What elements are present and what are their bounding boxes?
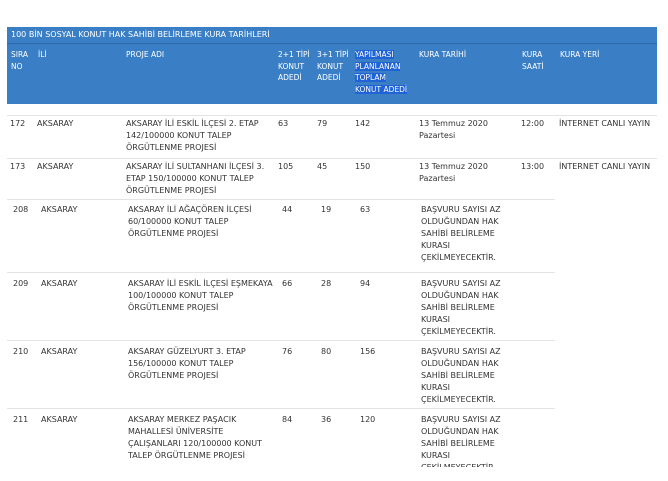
- header-ili: İLİ: [38, 50, 47, 59]
- table-row: 172 AKSARAY AKSARAY İLİ ESKİL İLÇESİ 2. …: [7, 118, 657, 160]
- cell-proje-adi: AKSARAY MERKEZ PAŞACIK MAHALLESİ ÜNİVERS…: [128, 415, 263, 460]
- cell-kura-yeri: İNTERNET CANLI YAYIN: [559, 162, 651, 171]
- cell-kura-tarihi: BAŞVURU SAYISI AZ OLDUĞUNDAN HAK SAHİBİ …: [421, 347, 501, 404]
- cell-proje-adi: AKSARAY İLİ AĞAÇÖREN İLÇESİ 60/100000 KO…: [128, 205, 252, 238]
- cell-2-1: 76: [282, 347, 293, 356]
- cell-kura-tarihi: 13 Temmuz 2020 Pazartesi: [419, 162, 488, 183]
- table-row: 173 AKSARAY AKSARAY İLİ SULTANHANI İLÇES…: [7, 161, 657, 203]
- cell-ili: AKSARAY: [41, 279, 78, 288]
- cell-kura-saati: 12:00: [521, 119, 545, 128]
- cell-2-1: 44: [282, 205, 293, 214]
- cell-3-1: 79: [317, 119, 328, 128]
- table-row: 210 AKSARAY AKSARAY GÜZELYURT 3. ETAP 15…: [7, 346, 657, 410]
- header-proje-adi: PROJE ADI: [126, 50, 165, 59]
- cell-kura-tarihi: 13 Temmuz 2020 Pazartesi: [419, 119, 488, 140]
- cell-proje-adi: AKSARAY GÜZELYURT 3. ETAP 156/100000 KON…: [128, 347, 246, 380]
- header-3-1-tipi: 3+1 TİPİ KONUT ADEDİ: [317, 50, 349, 82]
- cell-3-1: 19: [321, 205, 332, 214]
- header-kura-saati: KURA SAATİ: [522, 50, 544, 71]
- cell-ili: AKSARAY: [37, 162, 74, 171]
- cell-2-1: 63: [278, 119, 289, 128]
- cell-3-1: 36: [321, 415, 332, 424]
- cell-ili: AKSARAY: [41, 205, 78, 214]
- cell-kura-saati: 13:00: [521, 162, 545, 171]
- cell-sira-no: 173: [10, 162, 26, 171]
- cell-sira-no: 211: [13, 415, 29, 424]
- cell-ili: AKSARAY: [41, 347, 78, 356]
- header-kura-yeri: KURA YERİ: [560, 50, 600, 59]
- cell-ili: AKSARAY: [37, 119, 74, 128]
- cell-sira-no: 172: [10, 119, 26, 128]
- cell-2-1: 66: [282, 279, 293, 288]
- cell-toplam: 156: [360, 347, 376, 356]
- kura-table: 100 BİN SOSYAL KONUT HAK SAHİBİ BELİRLEM…: [7, 27, 657, 467]
- cell-kura-tarihi: BAŞVURU SAYISI AZ OLDUĞUNDAN HAK SAHİBİ …: [421, 205, 501, 262]
- header-toplam-konut: YAPILMASI PLANLANAN TOPLAM KONUT ADEDİ: [355, 50, 408, 94]
- cell-2-1: 105: [278, 162, 294, 171]
- cell-proje-adi: AKSARAY İLİ SULTANHANI İLÇESİ 3. ETAP 15…: [126, 162, 265, 195]
- header-kura-tarihi: KURA TARİHİ: [419, 50, 467, 59]
- cell-3-1: 45: [317, 162, 328, 171]
- table-row: 211 AKSARAY AKSARAY MERKEZ PAŞACIK MAHAL…: [7, 414, 657, 467]
- cell-ili: AKSARAY: [41, 415, 78, 424]
- cell-toplam: 142: [355, 119, 371, 128]
- cell-proje-adi: AKSARAY İLİ ESKİL İLÇESİ 2. ETAP 142/100…: [126, 119, 259, 152]
- cell-toplam: 63: [360, 205, 371, 214]
- cell-kura-tarihi: BAŞVURU SAYISI AZ OLDUĞUNDAN HAK SAHİBİ …: [421, 279, 501, 336]
- cell-toplam: 150: [355, 162, 371, 171]
- cell-kura-yeri: İNTERNET CANLI YAYIN: [559, 119, 651, 128]
- table-row: 209 AKSARAY AKSARAY İLİ ESKİL İLÇESİ EŞM…: [7, 278, 657, 342]
- table-header: SIRA NO İLİ PROJE ADI 2+1 TİPİ KONUT ADE…: [7, 44, 657, 104]
- cell-3-1: 28: [321, 279, 332, 288]
- cell-proje-adi: AKSARAY İLİ ESKİL İLÇESİ EŞMEKAYA 100/10…: [128, 279, 273, 312]
- cell-2-1: 84: [282, 415, 293, 424]
- header-2-1-tipi: 2+1 TİPİ KONUT ADEDİ: [278, 50, 310, 82]
- cell-toplam: 94: [360, 279, 371, 288]
- table-title: 100 BİN SOSYAL KONUT HAK SAHİBİ BELİRLEM…: [7, 27, 657, 44]
- cell-sira-no: 209: [13, 279, 29, 288]
- cell-sira-no: 210: [13, 347, 29, 356]
- table-row: 208 AKSARAY AKSARAY İLİ AĞAÇÖREN İLÇESİ …: [7, 204, 657, 268]
- cell-3-1: 80: [321, 347, 332, 356]
- cell-toplam: 120: [360, 415, 376, 424]
- header-sira-no: SIRA NO: [11, 50, 29, 71]
- cell-sira-no: 208: [13, 205, 29, 214]
- cell-kura-tarihi: BAŞVURU SAYISI AZ OLDUĞUNDAN HAK SAHİBİ …: [421, 415, 501, 467]
